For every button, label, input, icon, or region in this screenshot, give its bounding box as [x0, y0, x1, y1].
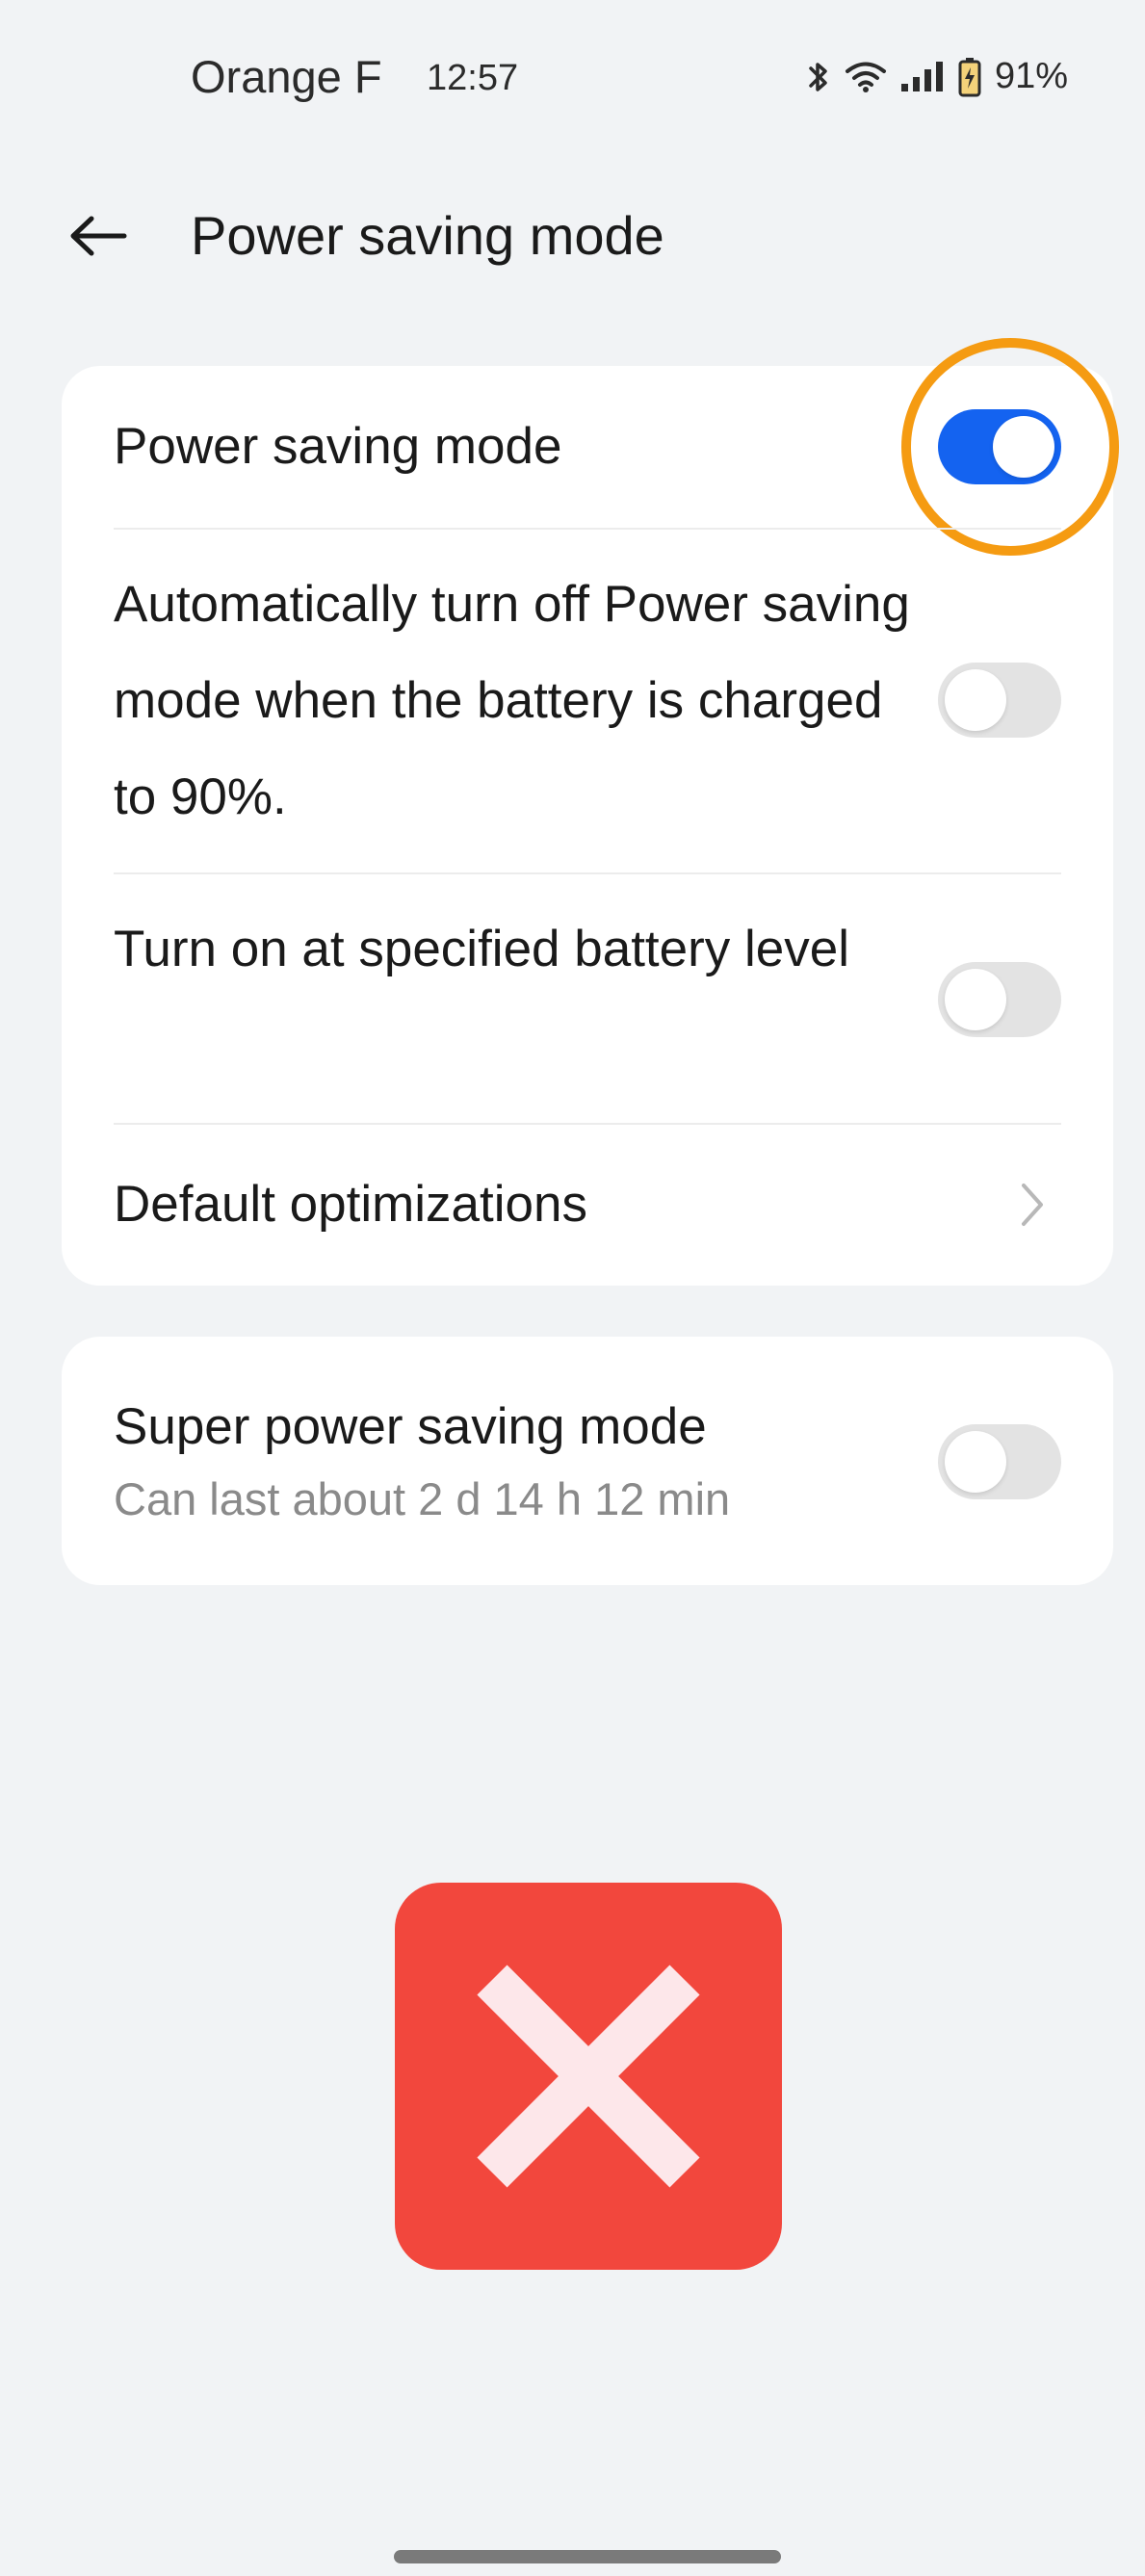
toggle-knob	[945, 669, 1006, 731]
power-saving-row[interactable]: Power saving mode	[114, 338, 1119, 556]
super-power-saving-card: Super power saving mode Can last about 2…	[62, 1337, 1113, 1585]
auto-off-label: Automatically turn off Power saving mode…	[114, 576, 910, 825]
power-settings-card: Power saving mode Automatically turn off…	[62, 338, 1119, 1286]
signal-icon	[900, 61, 945, 93]
bluetooth-icon	[806, 60, 831, 94]
carrier-name: Orange F	[191, 51, 382, 102]
auto-off-row[interactable]: Automatically turn off Power saving mode…	[114, 530, 1061, 872]
close-x-icon	[477, 1965, 700, 2188]
super-power-saving-toggle[interactable]	[938, 1424, 1061, 1499]
app-bar: Power saving mode	[0, 159, 1145, 303]
back-button[interactable]	[60, 197, 137, 274]
home-indicator[interactable]	[394, 2550, 781, 2563]
highlight-ring	[901, 338, 1119, 556]
super-power-saving-label: Super power saving mode	[114, 1398, 707, 1455]
battery-charging-icon	[958, 57, 981, 97]
screen: Orange F 12:57 91% Power saving mode Pow…	[0, 0, 1145, 2576]
battery-level-toggle[interactable]	[938, 962, 1061, 1037]
status-time: 12:57	[427, 58, 519, 98]
reject-badge	[395, 1883, 782, 2270]
toggle-knob	[945, 1431, 1006, 1493]
power-saving-label: Power saving mode	[114, 418, 562, 475]
status-bar: Orange F 12:57 91%	[0, 0, 1145, 159]
default-optimizations-label: Default optimizations	[114, 1176, 587, 1233]
status-icons: 91%	[806, 56, 1068, 97]
toggle-knob	[945, 969, 1006, 1030]
chevron-right-icon	[1013, 1176, 1052, 1234]
default-optimizations-row[interactable]: Default optimizations	[114, 1125, 1061, 1286]
battery-level-label: Turn on at specified battery level	[114, 921, 849, 977]
arrow-left-icon	[70, 216, 127, 256]
wifi-icon	[845, 60, 887, 94]
battery-percent: 91%	[994, 56, 1068, 96]
super-power-saving-text: Super power saving mode Can last about 2…	[114, 1389, 913, 1533]
super-power-saving-row[interactable]: Super power saving mode Can last about 2…	[114, 1337, 1061, 1585]
auto-off-toggle[interactable]	[938, 663, 1061, 738]
page-title: Power saving mode	[191, 205, 664, 266]
super-power-saving-estimate: Can last about 2 d 14 h 12 min	[114, 1473, 731, 1524]
battery-level-row[interactable]: Turn on at specified battery level	[114, 874, 1061, 1123]
